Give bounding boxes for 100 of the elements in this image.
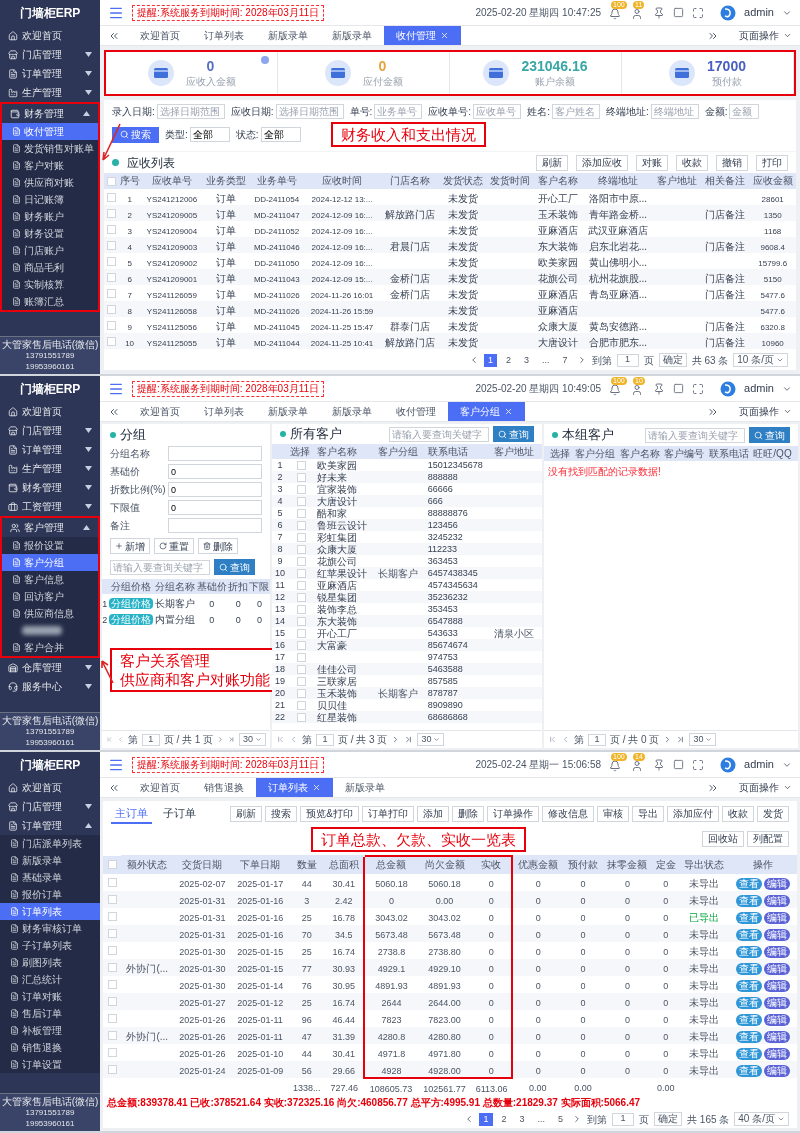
checkbox[interactable] [107, 860, 117, 869]
page-number-field[interactable]: 1 [612, 1112, 635, 1126]
checkbox[interactable] [107, 911, 117, 921]
tab[interactable]: 收付管理 [384, 402, 448, 421]
checkbox[interactable] [297, 484, 307, 494]
sidebar-subitem[interactable]: 订单对账 [0, 988, 100, 1005]
sidebar-subitem[interactable]: 供应商对账 [2, 174, 98, 191]
page-size-select[interactable]: 30 [689, 733, 717, 746]
search-button[interactable]: 查询 [493, 426, 534, 442]
sidebar-subitem[interactable]: 销售退换 [0, 1039, 100, 1056]
sidebar-subitem[interactable]: 汇总统计 [0, 971, 100, 988]
sidebar-item[interactable]: 门店管理 [0, 45, 100, 64]
tab[interactable]: 欢迎首页 [128, 402, 192, 421]
square-icon[interactable] [673, 7, 685, 18]
toolbar-button[interactable]: 预览&打印 [300, 806, 359, 823]
toolbar-button[interactable]: 刷新 [230, 806, 263, 823]
checkbox[interactable] [107, 1064, 117, 1074]
form-button[interactable]: 重置 [154, 538, 194, 554]
checkbox[interactable] [107, 928, 117, 938]
page-button[interactable]: ... [533, 1112, 550, 1126]
tab[interactable]: 欢迎首页 [128, 778, 192, 797]
page-actions-menu[interactable]: 页面操作 [731, 26, 800, 45]
toolbar-button[interactable]: 回收站 [702, 831, 744, 847]
page-button[interactable]: 5 [554, 1112, 568, 1126]
checkbox[interactable] [107, 996, 117, 1006]
last-page-icon[interactable] [228, 735, 235, 744]
action-pill[interactable]: 编辑 [764, 1048, 791, 1060]
first-page-icon[interactable] [106, 735, 113, 744]
filter-field[interactable]: 终端地址 [650, 104, 699, 119]
pin-icon[interactable] [653, 6, 666, 19]
checkbox[interactable] [297, 532, 307, 542]
checkbox[interactable] [107, 1030, 117, 1040]
form-field[interactable] [168, 518, 262, 533]
sidebar-item[interactable]: 服务中心 [0, 677, 100, 696]
toolbar-button[interactable]: 添加应收 [576, 154, 628, 171]
sidebar-subitem[interactable]: 客户对账 [2, 157, 98, 174]
filter-field[interactable]: 应收单号 [473, 104, 522, 119]
sidebar-subitem[interactable]: 回访客户 [2, 588, 98, 605]
sidebar-subitem[interactable]: 实制核算 [2, 276, 98, 293]
page-button[interactable]: 1 [484, 353, 498, 367]
checkbox[interactable] [297, 652, 307, 662]
tab[interactable]: 新版录单 [320, 402, 384, 421]
page-actions-menu[interactable]: 页面操作 [731, 402, 800, 421]
toolbar-button[interactable]: 添加 [417, 806, 449, 823]
first-page-icon[interactable] [276, 735, 285, 744]
search-button[interactable]: 搜索 [112, 126, 159, 143]
sidebar-subitem[interactable]: 订单设置 [0, 1056, 100, 1073]
search-button[interactable]: 查询 [214, 559, 255, 575]
sidebar-subitem[interactable]: 售后订单 [0, 1005, 100, 1022]
sidebar-item[interactable]: 订单管理 [0, 816, 100, 835]
sidebar-subitem[interactable]: 供应商信息 [2, 605, 98, 622]
page-size-select[interactable]: 10 条/页 [733, 353, 788, 367]
sidebar-subitem[interactable]: 刷图列表 [0, 954, 100, 971]
action-pill[interactable]: 编辑 [764, 895, 791, 907]
sidebar-subitem[interactable]: 收付管理 [2, 123, 98, 140]
checkbox[interactable] [297, 676, 307, 686]
tab[interactable]: 新版录单 [333, 778, 397, 797]
bell-icon[interactable] [609, 7, 622, 20]
page-size-select[interactable]: 30 [238, 733, 266, 746]
checkbox[interactable] [297, 508, 307, 518]
sidebar-item[interactable]: 客户管理 [2, 518, 98, 537]
checkbox[interactable] [297, 640, 307, 650]
action-pill[interactable]: 编辑 [764, 878, 791, 890]
sidebar-item[interactable]: 生产管理 [0, 83, 100, 102]
toolbar-button[interactable]: 撤销 [716, 154, 748, 171]
checkbox[interactable] [297, 544, 307, 554]
page-button[interactable]: 2 [497, 1112, 511, 1126]
tab[interactable]: 新版录单 [320, 26, 384, 45]
sidebar-subitem[interactable]: 客户分组 [2, 554, 98, 571]
page-button[interactable]: 3 [520, 353, 534, 367]
filter-field[interactable]: 金额 [729, 104, 760, 119]
checkbox[interactable] [297, 460, 307, 470]
page-button[interactable]: 3 [515, 1112, 529, 1126]
sidebar-item[interactable]: 欢迎首页 [0, 402, 100, 421]
checkbox[interactable] [106, 336, 116, 346]
sidebar-subitem[interactable]: 财务账户 [2, 208, 98, 225]
form-field[interactable]: 0 [168, 482, 262, 497]
checkbox[interactable] [107, 877, 117, 887]
sidebar-item[interactable]: 财务管理 [2, 104, 98, 123]
sidebar-subitem[interactable]: 财务审核订单 [0, 920, 100, 937]
toolbar-button[interactable]: 收款 [676, 154, 708, 171]
checkbox[interactable] [106, 224, 116, 234]
confirm-button[interactable]: 确定 [658, 353, 687, 367]
page-button[interactable]: 7 [558, 353, 572, 367]
sidebar-item[interactable]: 工资管理 [0, 497, 100, 516]
page-actions-menu[interactable]: 页面操作 [731, 778, 800, 797]
search-field[interactable]: 请输入要查询关键字 [110, 559, 210, 575]
filter-field[interactable]: 选择日期范围 [156, 104, 225, 119]
checkbox[interactable] [107, 962, 117, 972]
sidebar-subitem[interactable]: 报价设置 [2, 537, 98, 554]
checkbox[interactable] [297, 592, 307, 602]
page-number-field[interactable]: 1 [316, 733, 334, 746]
checkbox[interactable] [107, 979, 117, 989]
bell-icon[interactable] [609, 759, 622, 772]
close-icon[interactable] [504, 407, 513, 416]
tab[interactable]: 订单列表 [192, 26, 256, 45]
sidebar-item[interactable]: 订单管理 [0, 440, 100, 459]
sidebar-item[interactable]: 订单管理 [0, 64, 100, 83]
toolbar-button[interactable]: 订单操作 [487, 806, 539, 823]
page-number-field[interactable]: 1 [588, 733, 606, 746]
